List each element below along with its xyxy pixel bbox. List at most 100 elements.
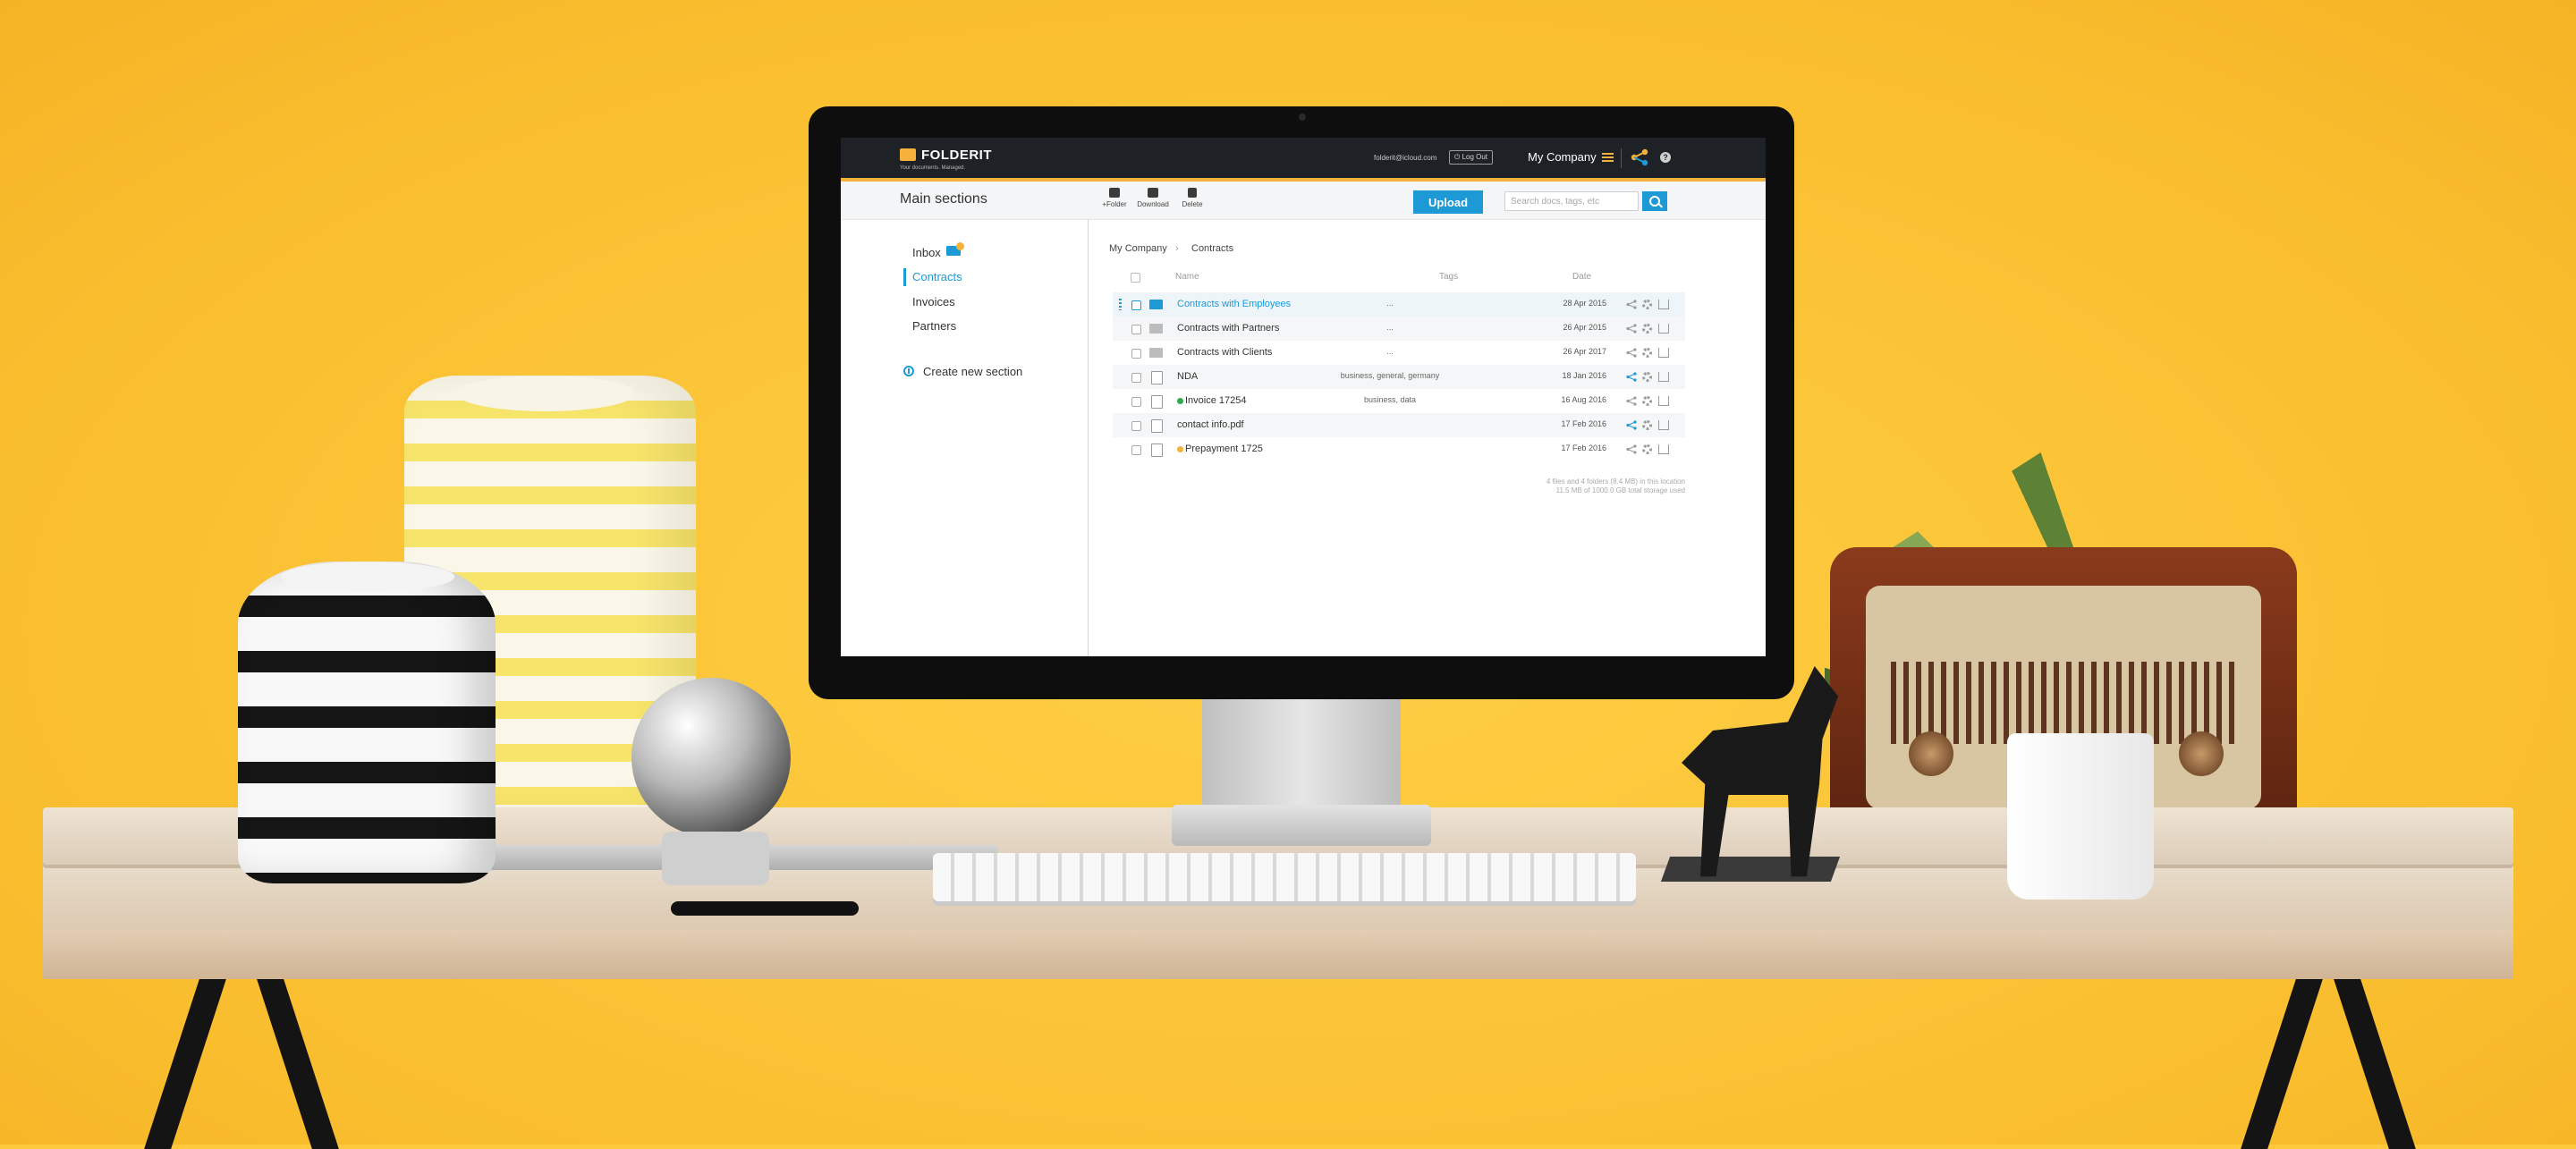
inbox-tray-icon[interactable] — [1658, 324, 1669, 334]
delete-button[interactable]: Delete — [1173, 188, 1212, 208]
row-name[interactable]: Prepayment 1725 — [1185, 444, 1263, 454]
column-header-date[interactable]: Date — [1572, 272, 1591, 282]
share-icon[interactable] — [1626, 372, 1637, 382]
row-tags: ... — [1386, 347, 1394, 356]
plus-circle-icon[interactable] — [903, 366, 914, 376]
gear-icon[interactable] — [1642, 300, 1652, 309]
share-icon[interactable] — [1626, 420, 1637, 430]
row-date: 26 Apr 2015 — [1563, 323, 1606, 332]
search-button[interactable] — [1642, 191, 1667, 211]
radio-knob-left — [1909, 731, 1953, 776]
main-sections-title: Main sections — [900, 191, 987, 207]
download-label: Download — [1137, 200, 1169, 208]
company-name[interactable]: My Company — [1528, 150, 1597, 164]
inbox-tray-icon[interactable] — [1658, 444, 1669, 454]
row-name[interactable]: Contracts with Employees — [1177, 299, 1291, 309]
row-checkbox[interactable] — [1131, 421, 1141, 431]
location-summary: 4 files and 4 folders (8.4 MB) in this l… — [1546, 477, 1685, 486]
share-icon[interactable] — [1626, 396, 1637, 406]
pen — [671, 901, 859, 916]
breadcrumb-my-company[interactable]: My Company — [1109, 243, 1167, 254]
row-checkbox[interactable] — [1131, 349, 1141, 359]
table-row[interactable]: Contracts with Clients ... 26 Apr 2017 — [1113, 341, 1685, 365]
row-name[interactable]: Invoice 17254 — [1185, 395, 1247, 406]
share-icon[interactable] — [1626, 300, 1637, 309]
delete-label: Delete — [1182, 200, 1203, 208]
drag-handle-icon[interactable] — [1119, 299, 1122, 310]
new-folder-label: +Folder — [1102, 200, 1127, 208]
yellow-vase-rim — [456, 376, 635, 411]
inbox-tray-icon[interactable] — [1658, 348, 1669, 358]
row-checkbox[interactable] — [1131, 445, 1141, 455]
folder-icon — [1149, 324, 1163, 334]
gear-icon[interactable] — [1642, 420, 1652, 430]
monitor-stand — [1202, 699, 1401, 814]
download-icon — [1148, 188, 1158, 198]
sidebar-divider — [1088, 219, 1089, 656]
logout-label: Log Out — [1462, 153, 1488, 161]
sidebar-item-inbox[interactable]: Inbox — [912, 246, 941, 259]
row-checkbox[interactable] — [1131, 325, 1141, 334]
search-icon-handle — [1658, 203, 1663, 208]
upload-button[interactable]: Upload — [1413, 190, 1483, 214]
gear-icon[interactable] — [1642, 444, 1652, 454]
app-screen: FOLDERIT Your documents. Managed. folder… — [841, 138, 1766, 656]
inbox-tray-icon[interactable] — [1658, 396, 1669, 406]
row-name[interactable]: Contracts with Partners — [1177, 323, 1279, 334]
active-indicator — [903, 268, 906, 286]
gear-icon[interactable] — [1642, 348, 1652, 358]
help-icon[interactable]: ? — [1660, 152, 1671, 163]
row-name[interactable]: NDA — [1177, 371, 1198, 382]
inbox-tray-icon[interactable] — [1658, 420, 1669, 430]
black-striped-vase — [238, 562, 496, 883]
inbox-tray-icon[interactable] — [1658, 372, 1669, 382]
search-input[interactable] — [1504, 191, 1639, 211]
horse-figurine-base — [1660, 857, 1841, 882]
monitor-stand-foot — [1172, 805, 1431, 846]
table-row[interactable]: Contracts with Partners ... 26 Apr 2015 — [1113, 317, 1685, 341]
folder-logo-icon[interactable] — [900, 148, 916, 161]
app-logo[interactable]: FOLDERIT — [921, 148, 992, 163]
download-button[interactable]: Download — [1133, 188, 1173, 208]
row-checkbox[interactable] — [1131, 373, 1141, 383]
select-all-checkbox[interactable] — [1131, 273, 1140, 283]
row-tags: ... — [1386, 299, 1394, 308]
gear-icon[interactable] — [1642, 372, 1652, 382]
shared-file-icon — [1151, 371, 1163, 384]
column-header-name[interactable]: Name — [1175, 272, 1199, 282]
table-row[interactable]: Contracts with Employees ... 28 Apr 2015 — [1113, 292, 1685, 317]
row-name[interactable]: Contracts with Clients — [1177, 347, 1272, 358]
folder-icon — [1149, 300, 1163, 309]
inbox-tray-icon[interactable] — [1658, 300, 1669, 309]
logout-button[interactable]: ⏻ Log Out — [1449, 150, 1494, 165]
sidebar-item-partners[interactable]: Partners — [912, 319, 956, 333]
row-date: 17 Feb 2016 — [1561, 419, 1606, 428]
new-mail-badge — [956, 242, 964, 250]
folder-icon — [1149, 348, 1163, 358]
status-dot-yellow — [1177, 446, 1183, 452]
share-icon[interactable] — [1626, 324, 1637, 334]
sidebar-item-invoices[interactable]: Invoices — [912, 295, 955, 308]
column-header-tags[interactable]: Tags — [1439, 272, 1458, 282]
share-icon[interactable] — [1626, 348, 1637, 358]
new-folder-button[interactable]: +Folder — [1095, 188, 1134, 208]
hamburger-menu-icon[interactable] — [1602, 153, 1614, 162]
gear-icon[interactable] — [1642, 324, 1652, 334]
gear-icon[interactable] — [1642, 396, 1652, 406]
shared-file-icon — [1151, 395, 1163, 409]
row-tags: ... — [1386, 323, 1394, 332]
sidebar-item-contracts[interactable]: Contracts — [912, 270, 962, 283]
table-row[interactable]: NDA business, general, germany 18 Jan 20… — [1113, 365, 1685, 389]
share-icon[interactable] — [1630, 148, 1649, 166]
row-name[interactable]: contact info.pdf — [1177, 419, 1244, 430]
share-icon[interactable] — [1626, 444, 1637, 454]
row-checkbox[interactable] — [1131, 397, 1141, 407]
table-row[interactable]: Prepayment 1725 17 Feb 2016 — [1113, 437, 1685, 461]
create-section-button[interactable]: Create new section — [923, 365, 1022, 378]
table-row[interactable]: contact info.pdf 17 Feb 2016 — [1113, 413, 1685, 437]
app-header: FOLDERIT Your documents. Managed. folder… — [841, 138, 1766, 182]
logo-tagline: Your documents. Managed. — [900, 165, 966, 171]
row-checkbox[interactable] — [1131, 300, 1141, 310]
table-row[interactable]: Invoice 17254 business, data 16 Aug 2016 — [1113, 389, 1685, 413]
header-divider — [1621, 148, 1622, 168]
